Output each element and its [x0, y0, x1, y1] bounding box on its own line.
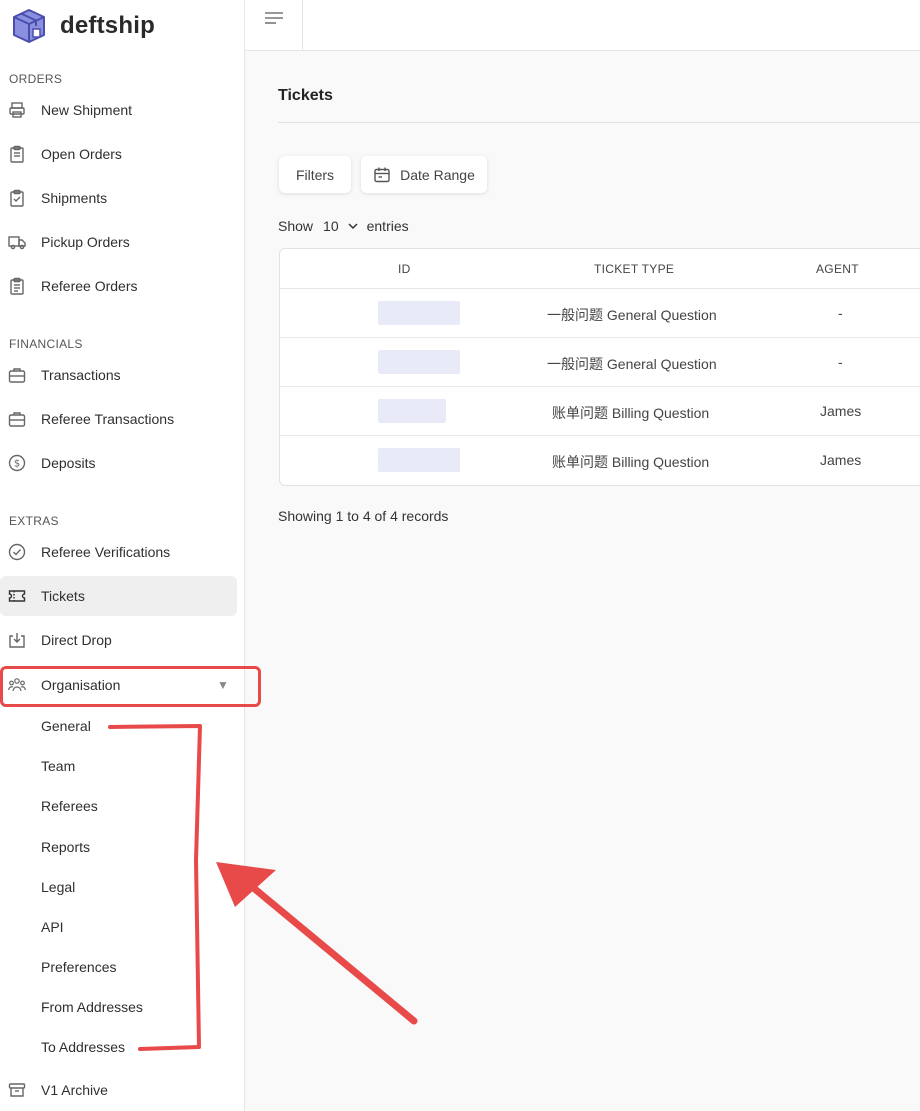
section-financials: FINANCIALS: [9, 337, 83, 351]
entries-value: 10: [323, 218, 339, 234]
sidebar-item-transactions[interactable]: Transactions: [0, 355, 237, 395]
entries-label: entries: [366, 218, 409, 234]
sidebar: deftship ORDERS New Shipment Open Orders…: [0, 0, 245, 1111]
ticket-type-cell: 一般问题 General Question: [547, 307, 717, 323]
sidebar-subitem-general[interactable]: General: [41, 716, 91, 736]
redacted-id: [378, 399, 446, 423]
sidebar-item-label: Referee Orders: [41, 278, 138, 294]
sidebar-item-label: Referee Verifications: [41, 544, 171, 560]
sidebar-item-label: Transactions: [41, 367, 121, 383]
agent-cell: James: [820, 403, 862, 419]
sidebar-subitem-from-addresses[interactable]: From Addresses: [41, 997, 143, 1017]
sidebar-item-open-orders[interactable]: Open Orders: [0, 134, 237, 174]
tickets-table: ID TICKET TYPE AGENT 一般问题 General Questi…: [279, 248, 920, 486]
logo[interactable]: deftship: [8, 4, 155, 48]
svg-text:$: $: [14, 459, 20, 470]
ticket-icon: [8, 587, 26, 605]
briefcase-icon: [8, 366, 26, 384]
sidebar-item-label: Direct Drop: [41, 632, 112, 648]
sidebar-item-new-shipment[interactable]: New Shipment: [0, 90, 237, 130]
sidebar-item-label: Shipments: [41, 190, 108, 206]
filters-label: Filters: [295, 166, 335, 183]
records-info: Showing 1 to 4 of 4 records: [278, 508, 449, 524]
download-box-icon: [8, 631, 26, 649]
filters-button[interactable]: Filters: [279, 156, 351, 193]
top-bar: [245, 0, 920, 51]
section-extras: EXTRAS: [9, 514, 59, 528]
sidebar-subitem-api[interactable]: API: [41, 917, 64, 937]
menu-toggle-button[interactable]: [245, 0, 303, 51]
sidebar-item-referee-verifications[interactable]: Referee Verifications: [0, 532, 237, 572]
hamburger-menu-icon: [264, 12, 283, 24]
section-orders: ORDERS: [9, 72, 63, 86]
agent-cell: James: [820, 452, 862, 468]
sidebar-item-referee-orders[interactable]: Referee Orders: [0, 266, 237, 306]
check-circle-icon: [8, 543, 26, 561]
truck-icon: [8, 233, 26, 251]
box-logo-icon: [13, 9, 45, 43]
ticket-type-cell: 一般问题 General Question: [547, 356, 717, 372]
table-row[interactable]: 一般问题 General Question -: [280, 338, 920, 387]
date-range-button[interactable]: Date Range: [361, 156, 487, 193]
page-title: Tickets: [278, 87, 333, 104]
calendar-icon: [374, 167, 390, 182]
column-header-ticket-type[interactable]: TICKET TYPE: [594, 262, 674, 276]
table-row[interactable]: 账单问题 Billing Question James: [280, 387, 920, 436]
date-range-label: Date Range: [400, 166, 475, 183]
sidebar-subitem-reports[interactable]: Reports: [41, 837, 90, 857]
sidebar-item-label: Tickets: [41, 588, 85, 604]
show-label: Show: [278, 218, 314, 234]
briefcase-icon: [8, 410, 26, 428]
sidebar-item-deposits[interactable]: $ Deposits: [0, 443, 237, 483]
ticket-type-cell: 账单问题 Billing Question: [552, 454, 710, 470]
agent-cell: -: [838, 354, 843, 370]
clipboard-check-icon: [8, 189, 26, 207]
archive-icon: [8, 1081, 26, 1099]
sidebar-item-direct-drop[interactable]: Direct Drop: [0, 620, 237, 660]
sidebar-subitem-to-addresses[interactable]: To Addresses: [41, 1037, 125, 1057]
sidebar-item-tickets[interactable]: Tickets: [0, 576, 237, 616]
clipboard-icon: [8, 145, 26, 163]
divider: [278, 122, 920, 123]
annotation-highlight-box: [0, 666, 261, 707]
sidebar-subitem-team[interactable]: Team: [41, 756, 75, 776]
table-header: ID TICKET TYPE AGENT: [280, 249, 920, 289]
column-header-agent[interactable]: AGENT: [816, 262, 859, 276]
sidebar-subitem-referees[interactable]: Referees: [41, 796, 98, 816]
chevron-down-icon: [348, 223, 358, 230]
sidebar-subitem-legal[interactable]: Legal: [41, 877, 75, 897]
redacted-id: [378, 301, 460, 325]
sidebar-item-v1-archive[interactable]: V1 Archive: [0, 1070, 237, 1110]
sidebar-item-pickup-orders[interactable]: Pickup Orders: [0, 222, 237, 262]
sidebar-item-label: Referee Transactions: [41, 411, 175, 427]
entries-select[interactable]: 10: [323, 218, 359, 234]
printer-icon: [8, 101, 26, 119]
entries-control: Show 10 entries: [278, 218, 409, 234]
column-header-id[interactable]: ID: [398, 262, 411, 276]
sidebar-item-label: New Shipment: [41, 102, 133, 118]
redacted-id: [378, 448, 460, 472]
sidebar-item-label: Open Orders: [41, 146, 122, 162]
sidebar-item-referee-transactions[interactable]: Referee Transactions: [0, 399, 237, 439]
clipboard-list-icon: [8, 277, 26, 295]
redacted-id: [378, 350, 460, 374]
brand-name: deftship: [60, 12, 155, 39]
sidebar-item-label: V1 Archive: [41, 1082, 108, 1098]
ticket-type-cell: 账单问题 Billing Question: [552, 405, 710, 421]
sidebar-item-label: Deposits: [41, 455, 96, 471]
table-row[interactable]: 账单问题 Billing Question James: [280, 436, 920, 485]
agent-cell: -: [838, 305, 843, 321]
sidebar-subitem-preferences[interactable]: Preferences: [41, 957, 116, 977]
dollar-circle-icon: $: [8, 454, 26, 472]
table-row[interactable]: 一般问题 General Question -: [280, 289, 920, 338]
sidebar-item-label: Pickup Orders: [41, 234, 130, 250]
sidebar-item-shipments[interactable]: Shipments: [0, 178, 237, 218]
